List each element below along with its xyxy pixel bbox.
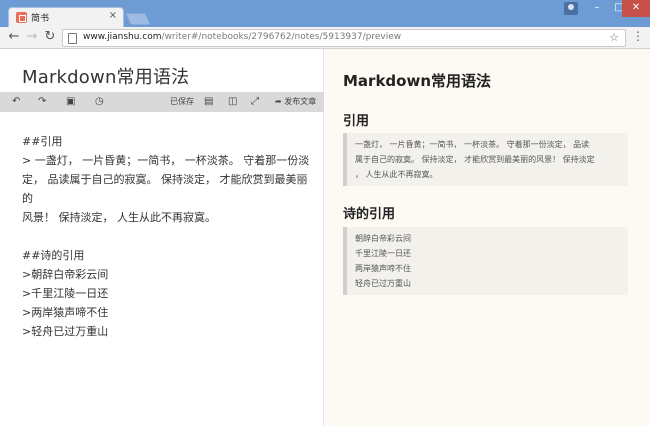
browser-menu-icon[interactable]: ⋮ (632, 29, 644, 43)
editor-line: >轻舟已过万重山 (22, 325, 109, 338)
blockquote-poem: 朝辞白帝彩云间 千里江陵一日还 两岸猿声啼不住 轻舟已过万重山 (343, 227, 628, 295)
editor-line: >千里江陵一日还 (22, 287, 109, 300)
quote-line: 轻舟已过万重山 (355, 279, 411, 288)
page-info-icon[interactable] (68, 33, 77, 44)
fullscreen-icon[interactable]: ⤢ (251, 95, 259, 109)
editor-toolbar: ↶ ↷ ▣ ◷ 已保存 ▤ ◫ ⤢ ➦ 发布文章 (0, 92, 324, 112)
preview-pane: Markdown常用语法 引用 一盏灯， 一片昏黄；一简书， 一杯淡茶。 守着那… (325, 49, 650, 426)
address-bar[interactable]: www.jianshu.com/writer#/notebooks/279676… (62, 29, 626, 47)
page-content: Markdown常用语法 ↶ ↷ ▣ ◷ 已保存 ▤ ◫ ⤢ ➦ 发布文章 ##… (0, 49, 650, 426)
browser-window: 简书 × – □ ✕ ← → ↻ www.jianshu.com/writer#… (0, 0, 650, 426)
editor-line: > 一盏灯， 一片昏黄；一简书， 一杯淡茶。 守着那一份淡 (22, 154, 310, 167)
publish-label: 发布文章 (284, 97, 317, 106)
bookmark-star-icon[interactable]: ☆ (609, 31, 619, 44)
quote-line: 一盏灯， 一片昏黄；一简书， 一杯淡茶。 守着那一份淡定， 品读 (355, 140, 590, 149)
user-profile-icon[interactable] (564, 2, 578, 15)
publish-button[interactable]: ➦ 发布文章 (275, 95, 316, 109)
editor-line: >朝辞白帝彩云间 (22, 268, 109, 281)
editor-line: ##诗的引用 (22, 249, 85, 262)
quote-line: ， 人生从此不再寂寞。 (355, 170, 438, 179)
quote-line: 属于自己的寂寞。 保持淡定， 才能欣赏到最美丽的风景！ 保持淡定 (355, 155, 595, 164)
close-window-button[interactable]: ✕ (622, 0, 650, 17)
url-path: /writer#/notebooks/2796762/notes/5913937… (161, 32, 402, 42)
preview-title: Markdown常用语法 (343, 72, 492, 90)
browser-toolbar: ← → ↻ www.jianshu.com/writer#/notebooks/… (0, 27, 650, 49)
editor-line: ##引用 (22, 135, 63, 148)
back-arrow-icon[interactable]: ← (6, 29, 22, 45)
split-view-icon[interactable]: ◫ (228, 95, 237, 109)
history-clock-icon[interactable]: ◷ (95, 95, 104, 109)
markdown-editor: Markdown常用语法 ↶ ↷ ▣ ◷ 已保存 ▤ ◫ ⤢ ➦ 发布文章 ##… (0, 49, 324, 426)
reload-icon[interactable]: ↻ (42, 29, 58, 45)
preview-heading-poem: 诗的引用 (343, 207, 396, 222)
browser-tab[interactable]: 简书 × (8, 7, 124, 27)
insert-image-icon[interactable]: ▣ (66, 95, 75, 109)
quote-line: 两岸猿声啼不住 (355, 264, 411, 273)
editor-line: >两岸猿声啼不住 (22, 306, 109, 319)
tab-title: 简书 (31, 14, 50, 24)
editor-line: 定， 品读属于自己的寂寞。 保持淡定， 才能欣赏到最美丽的 (22, 173, 308, 205)
editor-line: 风景！ 保持淡定， 人生从此不再寂寞。 (22, 211, 216, 224)
blockquote-lamp: 一盏灯， 一片昏黄；一简书， 一杯淡茶。 守着那一份淡定， 品读 属于自己的寂寞。… (343, 133, 628, 186)
share-arrow-icon: ➦ (275, 97, 282, 106)
close-tab-icon[interactable]: × (109, 10, 117, 21)
redo-icon[interactable]: ↷ (38, 95, 46, 109)
new-tab-button[interactable] (125, 13, 151, 25)
markdown-textarea[interactable]: ##引用 > 一盏灯， 一片昏黄；一简书， 一杯淡茶。 守着那一份淡定， 品读属于… (22, 132, 314, 341)
forward-arrow-icon[interactable]: → (24, 29, 40, 45)
jianshu-favicon-icon (16, 12, 27, 23)
tab-strip: 简书 × – □ ✕ (0, 0, 650, 27)
note-title-input[interactable]: Markdown常用语法 (22, 63, 189, 89)
preview-heading-quote: 引用 (343, 114, 370, 129)
quote-line: 千里江陵一日还 (355, 249, 411, 258)
quote-line: 朝辞白帝彩云间 (355, 234, 411, 243)
saved-status: 已保存 (170, 97, 194, 106)
url-host: www.jianshu.com (83, 32, 162, 42)
url-text: www.jianshu.com/writer#/notebooks/279676… (83, 32, 401, 42)
undo-icon[interactable]: ↶ (12, 95, 20, 109)
save-icon[interactable]: ▤ (204, 95, 213, 109)
